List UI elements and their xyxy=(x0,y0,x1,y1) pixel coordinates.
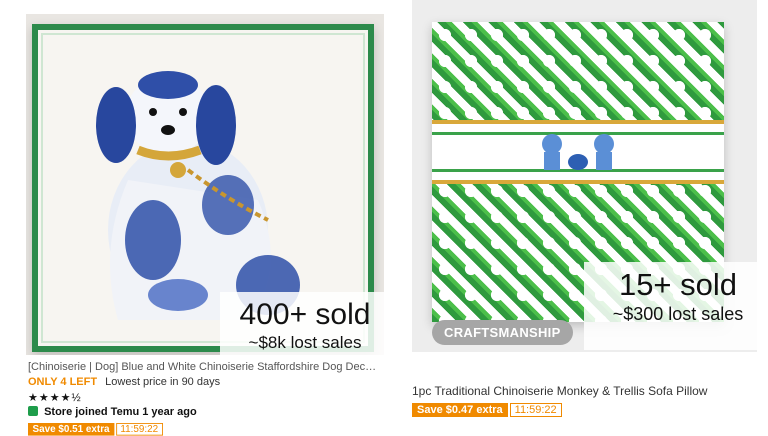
monkey-motif xyxy=(542,134,614,170)
promo-line: Save $0.51 extra 11:59:22 xyxy=(28,423,163,436)
sales-overlay: 15+ sold ~$300 lost sales xyxy=(584,262,768,350)
rating-stars: ★★★★½ xyxy=(28,392,82,404)
stock-badge: ONLY 4 LEFT xyxy=(28,376,98,388)
sold-count: 15+ sold xyxy=(618,267,738,302)
product-card-dog[interactable]: 400+ sold ~$8k lost sales [Chinoiserie |… xyxy=(14,0,390,436)
pillow-band xyxy=(432,120,724,184)
product-title[interactable]: 1pc Traditional Chinoiserie Monkey & Tre… xyxy=(412,384,747,398)
stock-line: ONLY 4 LEFT Lowest price in 90 days xyxy=(28,376,220,388)
product-card-trellis[interactable]: CRAFTSMANSHIP 15+ sold ~$300 lost sales … xyxy=(412,0,768,431)
countdown-timer: 11:59:22 xyxy=(115,423,163,436)
craftsmanship-badge: CRAFTSMANSHIP xyxy=(432,320,573,345)
sales-overlay: 400+ sold ~$8k lost sales xyxy=(220,292,390,360)
dog-illustration xyxy=(96,71,300,320)
lowest-price-note: Lowest price in 90 days xyxy=(105,376,221,388)
lost-sales: ~$8k lost sales xyxy=(248,333,362,352)
product-title[interactable]: [Chinoiserie | Dog] Blue and White Chino… xyxy=(28,361,380,373)
save-badge: Save $0.47 extra xyxy=(412,403,508,417)
store-text: Store joined Temu 1 year ago xyxy=(44,406,197,418)
lost-sales: ~$300 lost sales xyxy=(612,304,744,325)
sold-count: 400+ sold xyxy=(239,298,371,331)
store-icon xyxy=(28,406,38,416)
store-info: Store joined Temu 1 year ago xyxy=(28,406,197,418)
countdown-timer: 11:59:22 xyxy=(509,403,562,417)
save-badge: Save $0.51 extra xyxy=(28,423,115,436)
promo-line: Save $0.47 extra 11:59:22 xyxy=(412,403,562,417)
